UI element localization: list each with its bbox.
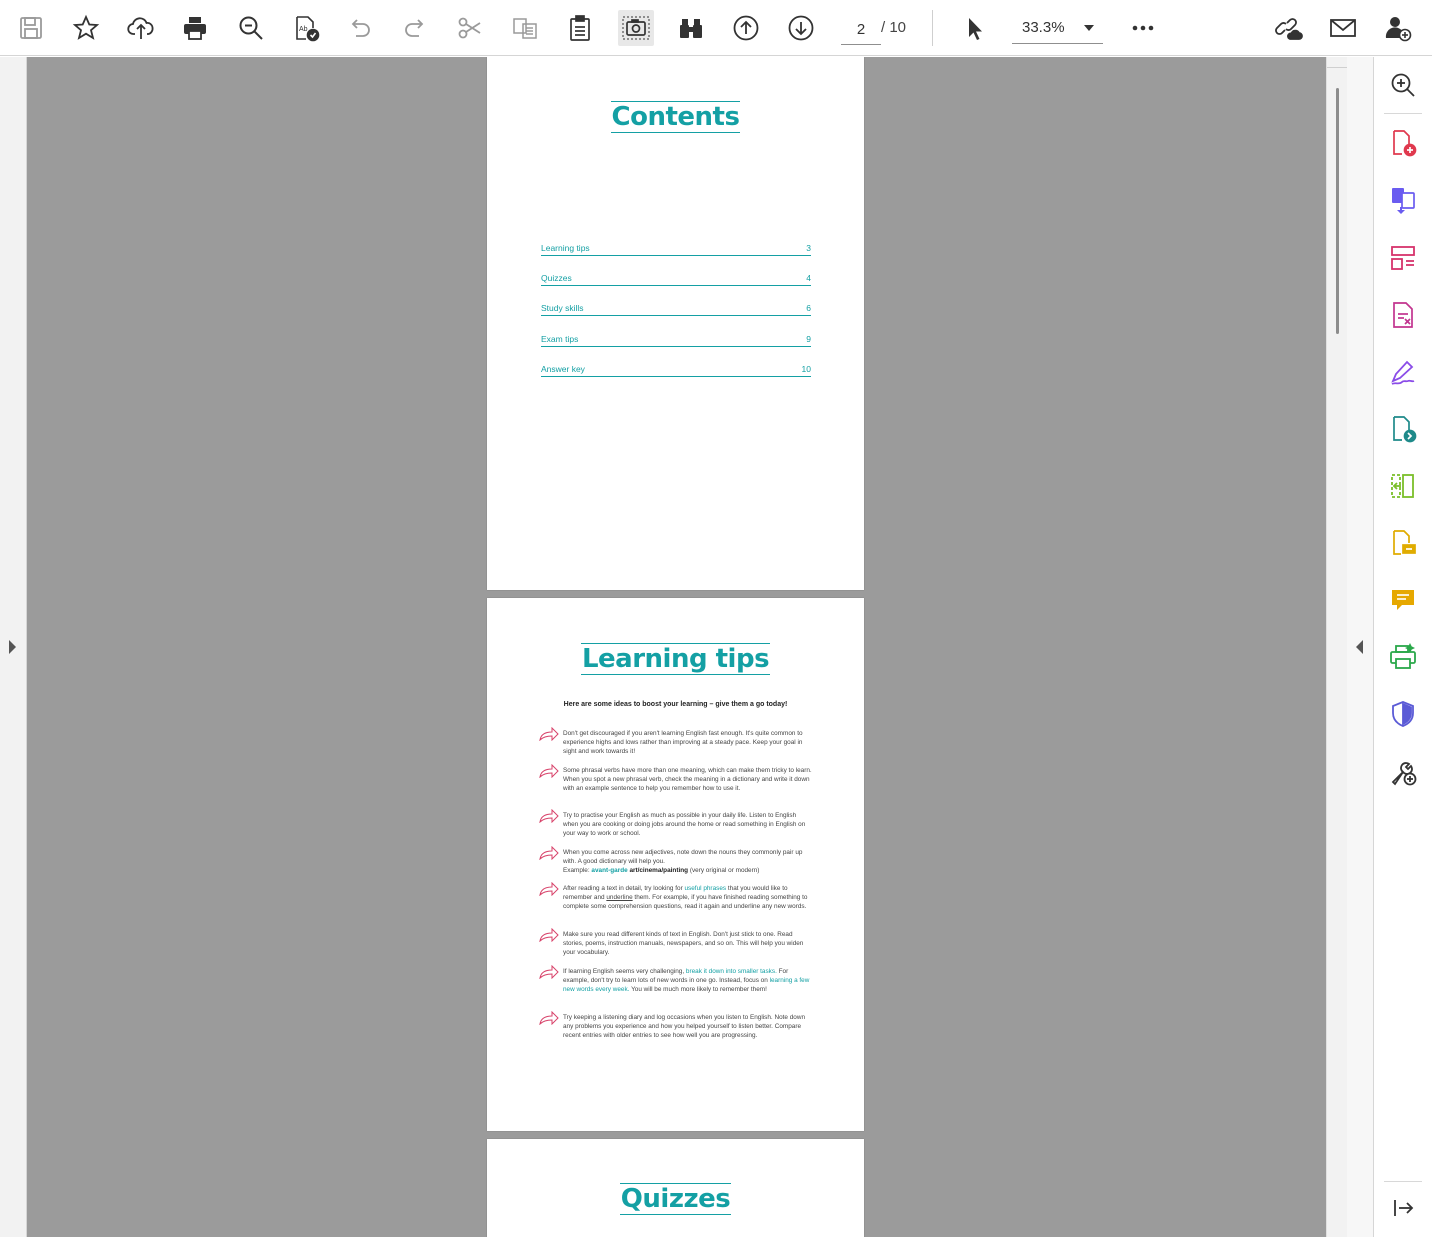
toc-entry[interactable]: Study skills 6 <box>541 301 811 316</box>
fill-sign-icon[interactable] <box>1387 356 1419 388</box>
intro-text: Here are some ideas to boost your learni… <box>563 701 788 708</box>
page-contents: Contents Learning tips 3 Quizzes 4 Study… <box>487 57 864 590</box>
share-link-icon[interactable] <box>1270 10 1306 46</box>
add-user-icon[interactable] <box>1380 10 1416 46</box>
bookmark-star-icon[interactable] <box>68 10 104 46</box>
rail-divider <box>1384 113 1422 114</box>
scrollbar-thumb[interactable] <box>1336 88 1339 334</box>
toc-entry[interactable]: Learning tips 3 <box>541 241 811 256</box>
chevron-down-icon <box>1084 25 1094 31</box>
comment-file-icon[interactable] <box>1387 527 1419 559</box>
arrow-icon <box>539 809 559 823</box>
right-panel-toggle[interactable] <box>1347 57 1374 1237</box>
page-down-icon[interactable] <box>783 10 819 46</box>
arrow-icon <box>539 764 559 778</box>
arrow-icon <box>539 882 559 896</box>
top-toolbar: Ab / 10 33.3% <box>0 0 1432 56</box>
arrow-icon <box>539 846 559 860</box>
page-up-icon[interactable] <box>728 10 764 46</box>
page-title: Contents <box>610 101 741 133</box>
save-icon[interactable] <box>13 10 49 46</box>
vertical-scrollbar[interactable] <box>1326 57 1347 1237</box>
redo-icon[interactable] <box>397 10 433 46</box>
zoom-select[interactable]: 33.3% <box>1012 14 1103 44</box>
arrow-icon <box>539 928 559 942</box>
upload-cloud-icon[interactable] <box>123 10 159 46</box>
toc-entry[interactable]: Quizzes 4 <box>541 271 811 286</box>
zoom-value: 33.3% <box>1022 19 1065 36</box>
comment-icon[interactable] <box>1387 584 1419 616</box>
more-tools-icon[interactable] <box>1387 756 1419 788</box>
compress-pdf-icon[interactable] <box>1387 470 1419 502</box>
page-quizzes: Quizzes <box>487 1139 864 1237</box>
expand-arrow-icon <box>9 640 16 654</box>
zoom-search-icon[interactable] <box>1387 69 1419 101</box>
protect-icon[interactable] <box>1387 698 1419 730</box>
left-panel-toggle[interactable] <box>0 57 27 1237</box>
collapse-arrow-icon <box>1356 640 1363 654</box>
arrow-icon <box>539 1011 559 1025</box>
create-pdf-icon[interactable] <box>1387 127 1419 159</box>
combine-files-icon[interactable] <box>1387 184 1419 216</box>
tools-rail <box>1374 57 1432 1237</box>
select-cursor-icon[interactable] <box>955 10 991 46</box>
more-icon[interactable] <box>1125 10 1161 46</box>
page-number-input[interactable] <box>841 14 881 45</box>
arrow-icon <box>539 965 559 979</box>
undo-icon[interactable] <box>342 10 378 46</box>
page-learning-tips: Learning tips Here are some ideas to boo… <box>487 598 864 1131</box>
paste-icon[interactable] <box>562 10 598 46</box>
svg-text:Ab: Ab <box>299 26 308 33</box>
find-icon[interactable] <box>233 10 269 46</box>
binoculars-icon[interactable] <box>673 10 709 46</box>
export-pdf-icon[interactable] <box>1387 413 1419 445</box>
toolbar-divider <box>932 10 933 46</box>
arrow-icon <box>539 727 559 741</box>
edit-pdf-icon[interactable] <box>1387 299 1419 331</box>
toc-entry[interactable]: Answer key 10 <box>541 362 811 377</box>
spell-check-icon[interactable]: Ab <box>288 10 324 46</box>
cut-icon[interactable] <box>452 10 488 46</box>
toc-entry[interactable]: Exam tips 9 <box>541 332 811 347</box>
snapshot-icon[interactable] <box>618 10 654 46</box>
copy-icon[interactable] <box>507 10 543 46</box>
print-production-icon[interactable] <box>1387 641 1419 673</box>
page-title: Learning tips <box>580 643 771 675</box>
document-viewer[interactable]: Contents Learning tips 3 Quizzes 4 Study… <box>27 57 1326 1237</box>
print-icon[interactable] <box>177 10 213 46</box>
rail-divider <box>1384 1181 1422 1182</box>
organize-pages-icon[interactable] <box>1387 242 1419 274</box>
scroll-top-box <box>1327 57 1347 68</box>
collapse-panel-icon[interactable] <box>1387 1192 1419 1224</box>
email-icon[interactable] <box>1325 10 1361 46</box>
page-total-label: / 10 <box>881 19 907 36</box>
page-title: Quizzes <box>619 1183 732 1215</box>
